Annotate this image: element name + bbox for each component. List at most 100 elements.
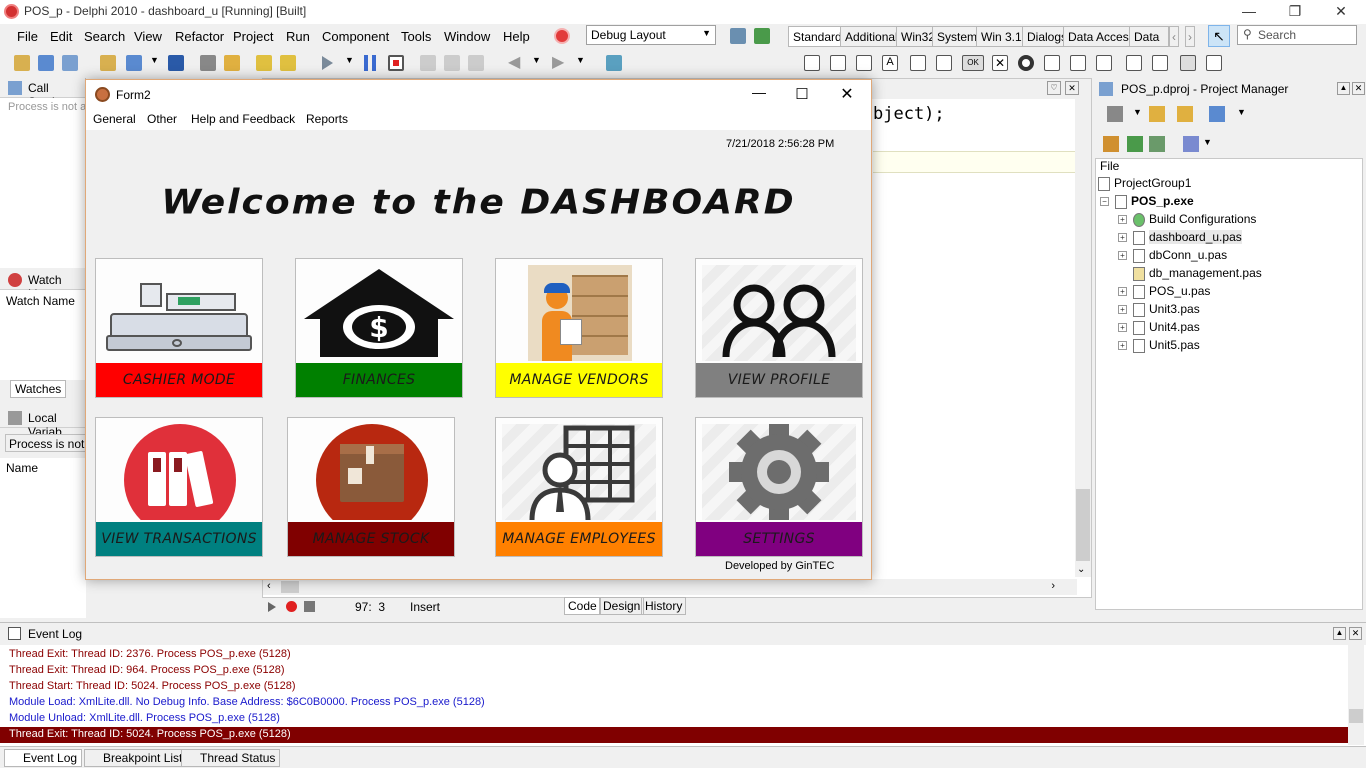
expand-icon[interactable]: + <box>1118 323 1127 333</box>
palette-scrollbar-icon[interactable] <box>1096 55 1112 71</box>
form2-minimize-button[interactable]: — <box>744 84 774 100</box>
editor-close-icon[interactable]: ✕ <box>1065 81 1079 95</box>
palette-popup-icon[interactable] <box>856 55 872 71</box>
scroll-down-icon[interactable]: ⌄ <box>1077 564 1085 575</box>
menu-edit[interactable]: Edit <box>50 29 72 44</box>
tree-unit3[interactable]: + Unit3.pas <box>1118 302 1200 317</box>
remove-file-icon[interactable] <box>280 55 296 71</box>
expand-icon[interactable]: + <box>1118 305 1127 315</box>
editor-tab-dropdown-icon[interactable]: ♡ <box>1047 81 1061 95</box>
new-items-icon[interactable] <box>14 55 30 71</box>
menu-run[interactable]: Run <box>286 29 310 44</box>
menu-component[interactable]: Component <box>322 29 389 44</box>
open-project-icon[interactable] <box>38 55 54 71</box>
form2-menu-reports[interactable]: Reports <box>306 112 348 126</box>
form2-menu-help-feedback[interactable]: Help and Feedback <box>191 112 295 126</box>
event-log-close-icon[interactable]: ✕ <box>1349 627 1362 640</box>
event-log-line[interactable]: Module Load: XmlLite.dll. No Debug Info.… <box>9 696 485 708</box>
step-over-icon[interactable] <box>444 55 460 71</box>
palette-tab-system[interactable]: System <box>932 26 983 47</box>
add-file-icon[interactable] <box>256 55 272 71</box>
menu-tools[interactable]: Tools <box>401 29 431 44</box>
tab-code[interactable]: Code <box>564 597 601 615</box>
palette-tab-additional[interactable]: Additional <box>840 26 903 47</box>
palette-memo-icon[interactable] <box>936 55 952 71</box>
palette-scroll-left-icon[interactable]: ‹ <box>1169 26 1179 47</box>
new-form-icon[interactable] <box>100 55 116 71</box>
local-variables-name-column[interactable]: Name <box>6 461 38 475</box>
tree-dashboard-u[interactable]: + dashboard_u.pas <box>1118 230 1242 245</box>
forward-arrow-icon[interactable]: ▶ <box>552 55 568 71</box>
save-icon[interactable] <box>168 55 184 71</box>
event-log-line[interactable]: Thread Exit: Thread ID: 2376. Process PO… <box>9 648 291 660</box>
form2-maximize-button[interactable]: ☐ <box>787 85 817 103</box>
local-variables-header[interactable]: Local Variab <box>0 408 86 439</box>
tile-settings[interactable]: SETTINGS <box>695 417 863 557</box>
scroll-right-icon[interactable]: › <box>1051 580 1055 592</box>
pm-add-icon[interactable] <box>1127 136 1143 152</box>
event-log-list[interactable]: Thread Exit: Thread ID: 2376. Process PO… <box>0 645 1348 747</box>
event-log-scroll-thumb[interactable] <box>1349 709 1363 723</box>
tree-build-configurations[interactable]: + Build Configurations <box>1118 212 1256 227</box>
forward-dropdown-icon[interactable]: ▼ <box>576 55 586 71</box>
watch-name-column[interactable]: Watch Name <box>6 294 75 308</box>
tree-project-group[interactable]: ProjectGroup1 <box>1098 176 1191 191</box>
collapse-icon[interactable]: − <box>1100 197 1109 207</box>
expand-icon[interactable]: + <box>1118 287 1127 297</box>
watch-list-header[interactable]: Watch List <box>0 270 86 301</box>
palette-actionlist-icon[interactable] <box>1206 55 1222 71</box>
palette-edit-icon[interactable] <box>910 55 926 71</box>
playback-icon[interactable] <box>304 601 315 612</box>
tile-manage-employees[interactable]: MANAGE EMPLOYEES <box>495 417 663 557</box>
tab-event-log[interactable]: Event Log <box>4 749 83 767</box>
event-log-line[interactable]: Module Unload: XmlLite.dll. Process POS_… <box>9 712 280 724</box>
form2-menu-general[interactable]: General <box>93 112 136 126</box>
expand-icon[interactable]: + <box>1118 233 1127 243</box>
form2-close-button[interactable]: ✕ <box>832 84 862 104</box>
menu-search[interactable]: Search <box>84 29 125 44</box>
pm-sort-dropdown-icon[interactable]: ▼ <box>1203 137 1212 147</box>
tree-db-management[interactable]: db_management.pas <box>1133 266 1262 281</box>
pm-sync-icon[interactable] <box>1103 136 1119 152</box>
pm-view-dropdown-icon[interactable]: ▼ <box>1237 107 1246 117</box>
run-to-cursor-icon[interactable] <box>468 55 484 71</box>
tab-history[interactable]: History <box>641 597 687 615</box>
tab-design[interactable]: Design <box>599 597 645 615</box>
menu-view[interactable]: View <box>134 29 162 44</box>
run-icon[interactable] <box>322 56 333 70</box>
search-input[interactable]: ⚲ Search <box>1237 25 1357 45</box>
menu-help[interactable]: Help <box>503 29 530 44</box>
record-stop-icon[interactable] <box>286 601 297 612</box>
pause-icon[interactable] <box>364 55 376 71</box>
pin-icon[interactable]: ▲ <box>1337 82 1350 95</box>
tile-manage-stock[interactable]: MANAGE STOCK <box>287 417 455 557</box>
palette-combobox-icon[interactable] <box>1070 55 1086 71</box>
open-dropdown-icon[interactable]: ▼ <box>150 55 160 71</box>
event-log-pin-icon[interactable]: ▲ <box>1333 627 1346 640</box>
pm-new-icon[interactable] <box>1149 106 1165 122</box>
palette-panel-icon[interactable] <box>1180 55 1196 71</box>
print-icon[interactable] <box>200 55 216 71</box>
event-log-line[interactable]: Thread Exit: Thread ID: 964. Process POS… <box>9 664 285 676</box>
palette-groupbox-icon[interactable] <box>1126 55 1142 71</box>
pm-remove-icon[interactable] <box>1149 136 1165 152</box>
palette-radiogroup-icon[interactable] <box>1152 55 1168 71</box>
back-dropdown-icon[interactable]: ▼ <box>532 55 542 71</box>
run-dropdown-icon[interactable]: ▼ <box>345 55 355 71</box>
set-debug-desktop-icon[interactable] <box>754 28 770 44</box>
palette-tab-data-c[interactable]: Data C <box>1129 26 1169 47</box>
palette-tab-standard[interactable]: Standard <box>788 26 847 47</box>
palette-radio-icon[interactable] <box>1018 55 1034 71</box>
panel-close-icon[interactable]: ✕ <box>1352 82 1365 95</box>
tree-pos-u[interactable]: + POS_u.pas <box>1118 284 1210 299</box>
palette-listbox-icon[interactable] <box>1044 55 1060 71</box>
maximize-button[interactable]: ❐ <box>1272 0 1318 24</box>
open-icon[interactable] <box>126 55 142 71</box>
event-log-line[interactable]: Thread Start: Thread ID: 5024. Process P… <box>9 680 296 692</box>
pointer-arrow-icon[interactable]: ↖ <box>1208 25 1230 47</box>
project-tree[interactable]: File ProjectGroup1 − POS_p.exe + Build Con… <box>1095 158 1363 610</box>
tree-file-column[interactable]: File <box>1100 159 1119 173</box>
tree-unit5[interactable]: + Unit5.pas <box>1118 338 1200 353</box>
help-book-icon[interactable] <box>606 55 622 71</box>
palette-button-icon[interactable]: OK <box>962 55 984 71</box>
